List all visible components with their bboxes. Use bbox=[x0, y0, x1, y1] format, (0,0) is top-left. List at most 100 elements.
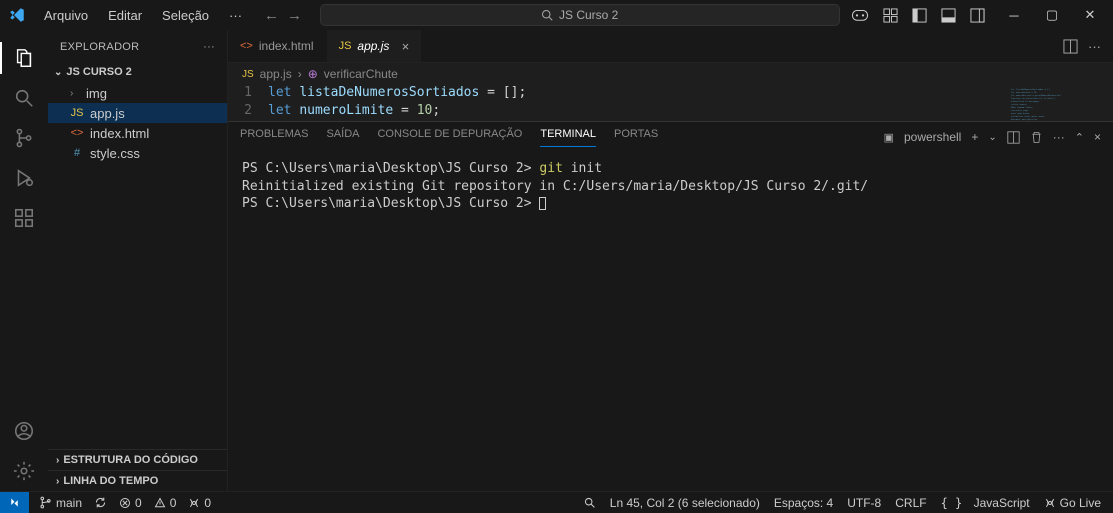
js-file-icon: JS bbox=[339, 40, 352, 52]
chevron-down-icon[interactable]: ⌄ bbox=[988, 132, 996, 143]
activity-account[interactable] bbox=[0, 411, 48, 451]
status-warnings[interactable]: 0 bbox=[154, 496, 177, 510]
status-sync[interactable] bbox=[94, 496, 107, 509]
maximize-button[interactable]: ▢ bbox=[1037, 3, 1067, 27]
editor-area: <> index.html JS app.js × ··· JS app.js … bbox=[228, 30, 1113, 491]
project-name: JS CURSO 2 bbox=[66, 66, 131, 78]
port-count: 0 bbox=[204, 496, 211, 510]
sidebar-title: EXPLORADOR bbox=[60, 41, 139, 53]
panel-tab-portas[interactable]: PORTAS bbox=[614, 128, 658, 146]
nav-back-icon[interactable]: ← bbox=[264, 7, 279, 24]
section-timeline[interactable]: › LINHA DO TEMPO bbox=[48, 470, 227, 491]
activity-extensions[interactable] bbox=[0, 198, 48, 238]
panel-tab-terminal[interactable]: TERMINAL bbox=[540, 128, 596, 147]
status-bar: main 0 0 0 Ln 45, Col 2 (6 selecionado) … bbox=[0, 491, 1113, 513]
sidebar-more-icon[interactable]: ··· bbox=[203, 41, 215, 53]
close-button[interactable]: ✕ bbox=[1075, 3, 1105, 27]
css-file-icon: # bbox=[70, 147, 84, 159]
activity-source-control[interactable] bbox=[0, 118, 48, 158]
panel-tab-problemas[interactable]: PROBLEMAS bbox=[240, 128, 308, 146]
nav-forward-icon[interactable]: → bbox=[287, 7, 302, 24]
editor-tabs: <> index.html JS app.js × ··· bbox=[228, 30, 1113, 63]
tab-label: app.js bbox=[357, 39, 389, 53]
split-terminal-icon[interactable] bbox=[1007, 131, 1020, 144]
code-editor[interactable]: 1let listaDeNumerosSortiados = [];2let n… bbox=[228, 85, 1113, 121]
activity-run[interactable] bbox=[0, 158, 48, 198]
tree-file-stylecss[interactable]: # style.css bbox=[48, 143, 227, 163]
menu-arquivo[interactable]: Arquivo bbox=[36, 4, 96, 27]
activity-search[interactable] bbox=[0, 78, 48, 118]
search-text: JS Curso 2 bbox=[559, 8, 618, 22]
project-root[interactable]: ⌄ JS CURSO 2 bbox=[48, 63, 227, 81]
terminal-launch-icon[interactable]: ▣ bbox=[884, 131, 894, 144]
more-icon[interactable]: ··· bbox=[1053, 130, 1065, 144]
panel-tab-console[interactable]: CONSOLE DE DEPURAÇÃO bbox=[377, 128, 522, 146]
bottom-panel: PROBLEMAS SAÍDA CONSOLE DE DEPURAÇÃO TER… bbox=[228, 121, 1113, 491]
status-port[interactable]: 0 bbox=[188, 496, 211, 510]
folder-label: img bbox=[86, 86, 107, 101]
layout-grid-icon[interactable] bbox=[883, 8, 898, 23]
activity-bar bbox=[0, 30, 48, 491]
chevron-down-icon: ⌄ bbox=[54, 67, 62, 78]
panel-tab-saida[interactable]: SAÍDA bbox=[326, 128, 359, 146]
tab-more-icon[interactable]: ··· bbox=[1088, 39, 1101, 54]
minimap[interactable]: let listaDeNumerosSortiados = []let nume… bbox=[1009, 87, 1109, 121]
error-count: 0 bbox=[135, 496, 142, 510]
menu-editar[interactable]: Editar bbox=[100, 4, 150, 27]
file-label: index.html bbox=[90, 126, 149, 141]
status-position[interactable]: Ln 45, Col 2 (6 selecionado) bbox=[610, 496, 760, 510]
trash-icon[interactable] bbox=[1030, 131, 1043, 144]
html-file-icon: <> bbox=[240, 40, 253, 52]
layout-right-icon[interactable] bbox=[970, 8, 985, 23]
section-label: ESTRUTURA DO CÓDIGO bbox=[63, 454, 198, 466]
new-terminal-icon[interactable]: + bbox=[971, 130, 978, 144]
tree-folder-img[interactable]: › img bbox=[48, 83, 227, 103]
section-label: LINHA DO TEMPO bbox=[63, 475, 158, 487]
tab-indexhtml[interactable]: <> index.html bbox=[228, 30, 327, 62]
menu-more[interactable]: ··· bbox=[221, 4, 250, 27]
copilot-icon[interactable] bbox=[851, 7, 869, 23]
terminal-name[interactable]: powershell bbox=[904, 130, 961, 144]
tree-file-indexhtml[interactable]: <> index.html bbox=[48, 123, 227, 143]
status-find[interactable] bbox=[583, 496, 596, 509]
status-encoding[interactable]: UTF-8 bbox=[847, 496, 881, 510]
file-label: style.css bbox=[90, 146, 140, 161]
status-eol[interactable]: CRLF bbox=[895, 496, 926, 510]
chevron-up-icon[interactable]: ⌃ bbox=[1075, 131, 1084, 144]
tree-file-appjs[interactable]: JS app.js bbox=[48, 103, 227, 123]
layout-left-icon[interactable] bbox=[912, 8, 927, 23]
js-file-icon: JS bbox=[70, 107, 84, 119]
close-panel-icon[interactable]: × bbox=[1094, 130, 1101, 144]
html-file-icon: <> bbox=[70, 127, 84, 139]
status-errors[interactable]: 0 bbox=[119, 496, 142, 510]
section-outline[interactable]: › ESTRUTURA DO CÓDIGO bbox=[48, 449, 227, 470]
status-golive[interactable]: Go Live bbox=[1044, 496, 1101, 510]
activity-settings[interactable] bbox=[0, 451, 48, 491]
method-icon: ⊕ bbox=[308, 67, 318, 81]
split-editor-icon[interactable] bbox=[1063, 39, 1078, 54]
minimize-button[interactable]: ─ bbox=[999, 3, 1029, 27]
chevron-right-icon: › bbox=[56, 455, 59, 466]
tab-label: index.html bbox=[259, 39, 314, 53]
status-language[interactable]: { } JavaScript bbox=[941, 496, 1030, 510]
layout-bottom-icon[interactable] bbox=[941, 8, 956, 23]
title-bar: Arquivo Editar Seleção ··· ← → JS Curso … bbox=[0, 0, 1113, 30]
command-center[interactable]: JS Curso 2 bbox=[320, 4, 840, 26]
branch-name: main bbox=[56, 496, 82, 510]
sidebar: EXPLORADOR ··· ⌄ JS CURSO 2 › img JS app… bbox=[48, 30, 228, 491]
chevron-right-icon: › bbox=[70, 88, 80, 99]
breadcrumb[interactable]: JS app.js › ⊕ verificarChute bbox=[228, 63, 1113, 85]
close-icon[interactable]: × bbox=[401, 39, 409, 54]
status-spaces[interactable]: Espaços: 4 bbox=[774, 496, 833, 510]
remote-button[interactable] bbox=[0, 492, 29, 513]
activity-explorer[interactable] bbox=[0, 38, 48, 78]
terminal[interactable]: PS C:\Users\maria\Desktop\JS Curso 2> gi… bbox=[228, 152, 1113, 491]
menu-selecao[interactable]: Seleção bbox=[154, 4, 217, 27]
breadcrumb-symbol: verificarChute bbox=[324, 67, 398, 81]
vscode-logo bbox=[8, 6, 26, 24]
tab-appjs[interactable]: JS app.js × bbox=[327, 30, 422, 62]
chevron-right-icon: › bbox=[56, 476, 59, 487]
status-branch[interactable]: main bbox=[39, 496, 82, 510]
chevron-right-icon: › bbox=[298, 67, 302, 81]
golive-label: Go Live bbox=[1060, 496, 1101, 510]
